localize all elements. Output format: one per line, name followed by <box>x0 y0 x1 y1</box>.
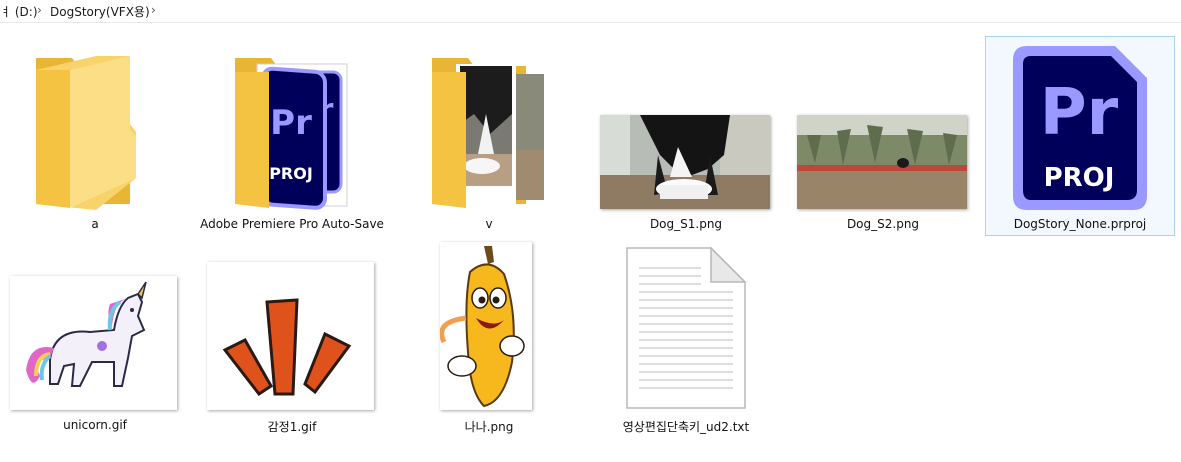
file-item-prproj[interactable]: Pr PROJ DogStory_None.prproj <box>985 36 1175 236</box>
file-item-dog-s1[interactable]: Dog_S1.png <box>591 36 781 236</box>
folder-icon <box>432 58 544 208</box>
file-item-emotion1[interactable]: 감정1.gif <box>197 240 387 440</box>
file-label: v <box>485 217 493 231</box>
image-thumbnail <box>600 115 770 209</box>
file-label: DogStory_None.prproj <box>1013 217 1147 231</box>
text-document-icon <box>626 246 747 409</box>
file-label: 감정1.gif <box>267 420 317 434</box>
file-item-folder-a[interactable]: a <box>0 36 190 236</box>
file-item-folder-v[interactable]: v <box>394 36 584 236</box>
svg-text:Pr: Pr <box>270 103 312 143</box>
image-thumbnail <box>10 276 177 410</box>
file-item-nana[interactable]: 나나.png <box>394 240 584 440</box>
file-label: Dog_S1.png <box>649 217 723 231</box>
image-thumbnail <box>207 262 374 410</box>
image-thumbnail <box>797 115 967 209</box>
file-item-txt[interactable]: 영상편집단축키_ud2.txt <box>591 240 781 440</box>
chevron-right-icon[interactable]: › <box>37 3 42 17</box>
svg-text:Pr: Pr <box>1040 76 1119 150</box>
breadcrumb-folder[interactable]: DogStory(VFX용) <box>50 3 150 20</box>
file-item-dog-s2[interactable]: Dog_S2.png <box>788 36 978 236</box>
file-label: 나나.png <box>464 420 514 434</box>
address-bar[interactable]: ㅕ (D:) › DogStory(VFX용) › <box>0 0 1181 23</box>
file-label: unicorn.gif <box>63 418 127 432</box>
file-item-unicorn[interactable]: unicorn.gif <box>0 240 190 440</box>
file-label: a <box>91 217 99 231</box>
file-label: 영상편집단축키_ud2.txt <box>622 420 750 434</box>
file-label: Adobe Premiere Pro Auto-Save <box>200 217 384 231</box>
breadcrumb-drive[interactable]: ㅕ (D:) <box>0 3 38 20</box>
file-item-folder-autosave[interactable]: Pr Pr PROJ Adobe Premiere Pro Auto-Save <box>197 36 387 236</box>
chevron-right-icon[interactable]: › <box>151 3 156 17</box>
folder-icon: Pr Pr PROJ <box>235 58 348 210</box>
svg-text:PROJ: PROJ <box>269 164 313 183</box>
folder-icon <box>36 56 136 210</box>
premiere-pro-icon: Pr PROJ <box>1013 46 1147 210</box>
image-thumbnail <box>440 242 532 410</box>
file-label: Dog_S2.png <box>846 217 920 231</box>
svg-text:PROJ: PROJ <box>1044 163 1115 193</box>
